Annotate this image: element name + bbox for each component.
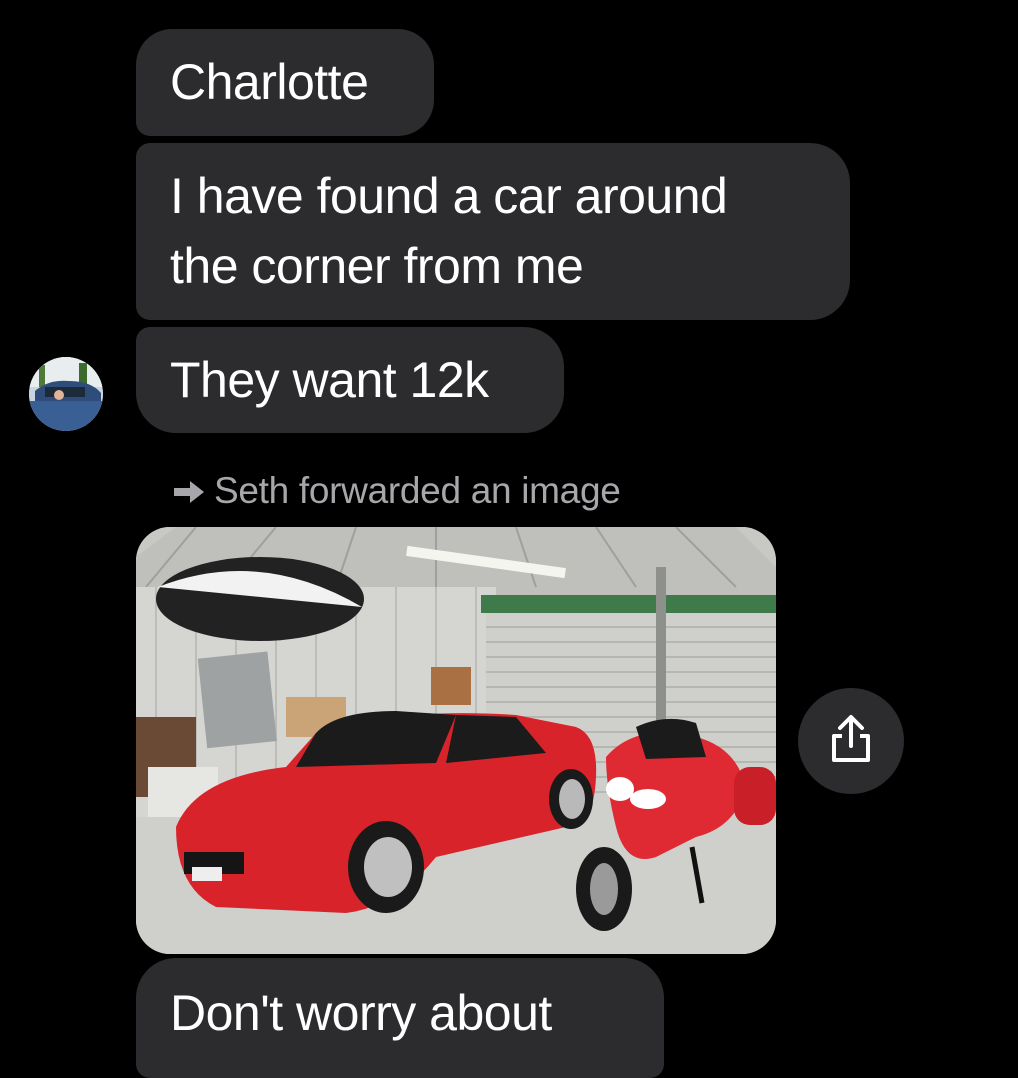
- message-text: They want 12k: [170, 352, 489, 408]
- garage-car-motorbike-photo: [136, 527, 776, 954]
- forwarded-image[interactable]: [136, 527, 776, 954]
- forwarded-label: Seth forwarded an image: [172, 470, 621, 514]
- message-bubble-charlotte[interactable]: Charlotte: [136, 29, 434, 136]
- avatar-photo: [29, 357, 103, 431]
- forward-arrow-icon: [172, 472, 206, 514]
- share-button[interactable]: [798, 688, 904, 794]
- forwarded-label-text: Seth forwarded an image: [214, 470, 621, 511]
- sender-avatar[interactable]: [29, 357, 103, 431]
- message-bubble-found-car[interactable]: I have found a car around the corner fro…: [136, 143, 850, 320]
- message-bubble-dont-worry[interactable]: Don't worry about: [136, 958, 664, 1078]
- message-text-line-1: I have found a car around: [170, 168, 728, 224]
- message-text: Charlotte: [170, 54, 369, 110]
- share-icon: [828, 714, 874, 769]
- message-text: Don't worry about: [170, 985, 552, 1041]
- message-bubble-price[interactable]: They want 12k: [136, 327, 564, 433]
- message-text-line-2: the corner from me: [170, 238, 584, 294]
